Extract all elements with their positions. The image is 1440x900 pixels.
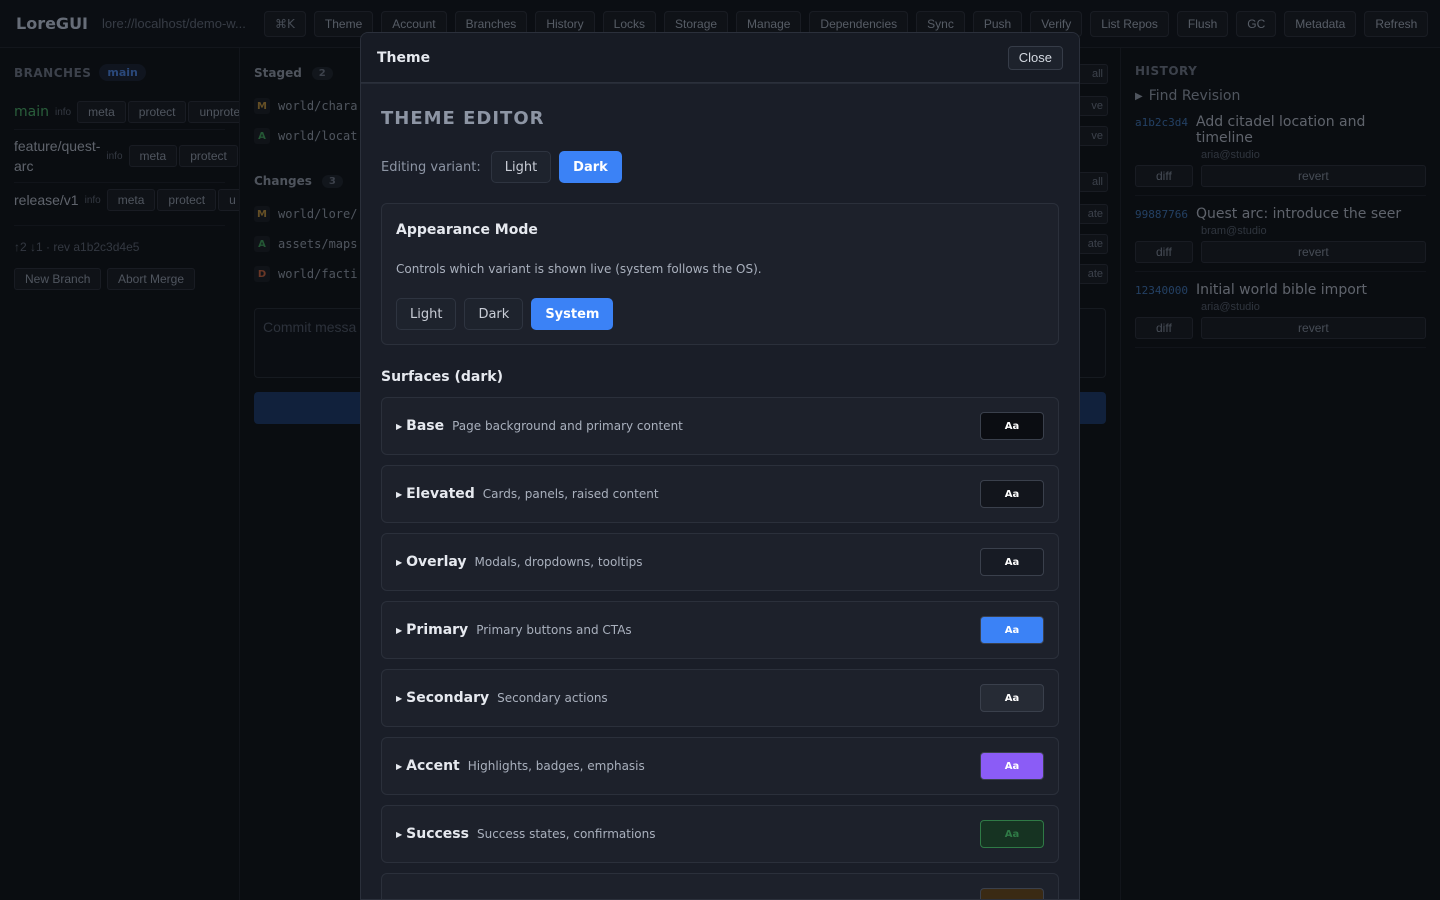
surface-preview-swatch[interactable] — [980, 888, 1044, 899]
surface-name[interactable]: ▶ Secondary — [396, 690, 489, 706]
theme-modal: Theme Close THEME EDITOR Editing variant… — [360, 32, 1080, 900]
surfaces-title: Surfaces (dark) — [381, 369, 503, 385]
surface-row[interactable]: ▶ Secondary Secondary actions Aa — [381, 669, 1059, 727]
appearance-mode-card: Appearance Mode Controls which variant i… — [381, 203, 1059, 345]
modal-title: Theme — [377, 49, 431, 66]
surface-preview-swatch[interactable]: Aa — [980, 820, 1044, 848]
surface-description: Page background and primary content — [452, 419, 683, 433]
surface-preview-swatch[interactable]: Aa — [980, 684, 1044, 712]
appearance-options: Light Dark System — [396, 298, 1044, 330]
surface-preview-swatch[interactable]: Aa — [980, 616, 1044, 644]
expand-triangle-icon: ▶ — [396, 489, 403, 499]
surface-name[interactable]: ▶ Overlay — [396, 554, 467, 570]
expand-triangle-icon: ▶ — [396, 421, 403, 431]
theme-editor: THEME EDITOR Editing variant: Light Dark… — [361, 83, 1079, 899]
appearance-light-button[interactable]: Light — [396, 298, 457, 330]
appearance-system-button[interactable]: System — [531, 298, 614, 330]
variant-label: Editing variant: — [381, 159, 481, 175]
surface-description: Highlights, badges, emphasis — [467, 759, 645, 773]
appearance-dark-button[interactable]: Dark — [464, 298, 524, 330]
surface-label: ▶ Base Page background and primary content — [396, 418, 683, 434]
editor-title: THEME EDITOR — [381, 108, 545, 129]
surface-row[interactable]: ▶ Accent Highlights, badges, emphasis Aa — [381, 737, 1059, 795]
surfaces-list: ▶ Base Page background and primary content… — [381, 397, 1059, 899]
surface-description: Success states, confirmations — [476, 827, 656, 841]
surface-preview-swatch[interactable]: Aa — [980, 412, 1044, 440]
expand-triangle-icon: ▶ — [396, 761, 403, 771]
surface-label: ▶ Overlay Modals, dropdowns, tooltips — [396, 554, 643, 570]
surface-description: Primary buttons and CTAs — [476, 623, 632, 637]
surface-name[interactable]: ▶ Accent — [396, 758, 460, 774]
expand-triangle-icon: ▶ — [396, 829, 403, 839]
surface-description: Modals, dropdowns, tooltips — [474, 555, 643, 569]
surface-label: ▶ Secondary Secondary actions — [396, 690, 608, 706]
surface-row[interactable]: ▶ Elevated Cards, panels, raised content Aa — [381, 465, 1059, 523]
expand-triangle-icon: ▶ — [396, 625, 403, 635]
surface-row[interactable]: ▶ Success Success states, confirmations Aa — [381, 805, 1059, 863]
surface-name[interactable]: ▶ Elevated — [396, 486, 475, 502]
modal-header: Theme Close — [361, 33, 1079, 83]
surface-description: Cards, panels, raised content — [482, 487, 659, 501]
surface-description: Secondary actions — [497, 691, 608, 705]
close-button[interactable]: Close — [1007, 45, 1063, 70]
surface-row[interactable]: ▶ Overlay Modals, dropdowns, tooltips Aa — [381, 533, 1059, 591]
surface-label: ▶ Accent Highlights, badges, emphasis — [396, 758, 645, 774]
surface-label: ▶ Primary Primary buttons and CTAs — [396, 622, 632, 638]
surface-row[interactable]: ▶ Primary Primary buttons and CTAs Aa — [381, 601, 1059, 659]
surface-preview-swatch[interactable]: Aa — [980, 752, 1044, 780]
variant-dark-button[interactable]: Dark — [559, 151, 622, 183]
expand-triangle-icon: ▶ — [396, 693, 403, 703]
surface-label: ▶ Elevated Cards, panels, raised content — [396, 486, 659, 502]
surface-name[interactable]: ▶ Base — [396, 418, 444, 434]
surface-name[interactable]: ▶ Success — [396, 826, 469, 842]
appearance-description: Controls which variant is shown live (sy… — [396, 262, 762, 276]
appearance-title: Appearance Mode — [396, 222, 538, 238]
expand-triangle-icon: ▶ — [396, 557, 403, 567]
surface-preview-swatch[interactable]: Aa — [980, 548, 1044, 576]
surface-row[interactable]: ▶ Base Page background and primary content… — [381, 397, 1059, 455]
surface-preview-swatch[interactable]: Aa — [980, 480, 1044, 508]
variant-light-button[interactable]: Light — [490, 151, 552, 183]
surface-row[interactable] — [381, 873, 1059, 899]
surface-name[interactable]: ▶ Primary — [396, 622, 468, 638]
variant-selector: Editing variant: Light Dark — [381, 151, 1059, 183]
surface-label: ▶ Success Success states, confirmations — [396, 826, 655, 842]
